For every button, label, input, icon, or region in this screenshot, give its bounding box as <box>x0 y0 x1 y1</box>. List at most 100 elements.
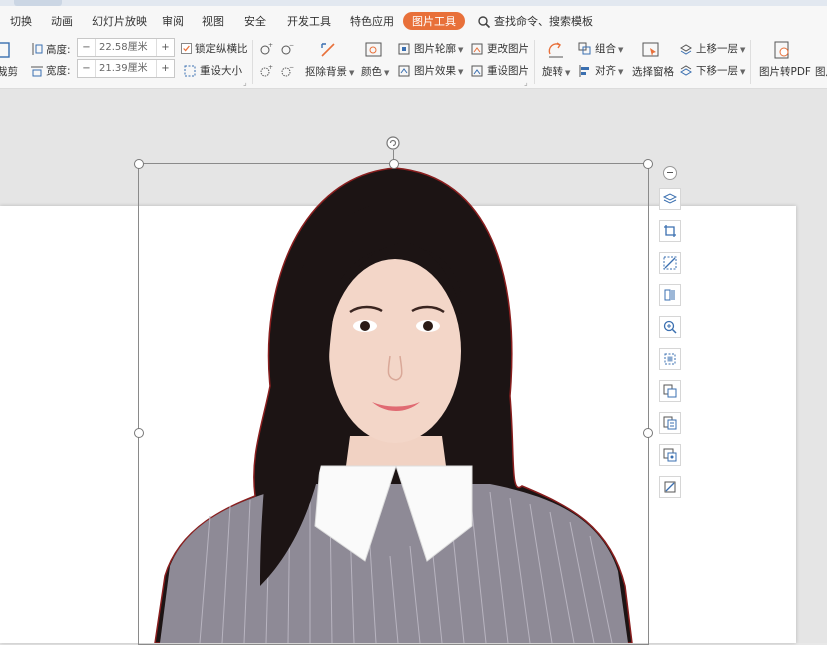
svg-text:+: + <box>268 64 273 71</box>
send-backward-label: 下移一层 <box>696 65 738 77</box>
tab-security[interactable]: 安全 <box>244 13 266 29</box>
outline-icon <box>397 42 411 56</box>
align-label: 对齐 <box>595 65 616 77</box>
height-decrease[interactable]: − <box>78 42 95 53</box>
more-picture-button[interactable]: 图片 <box>815 64 827 79</box>
dialog-launcher-icon[interactable]: ⌟ <box>243 78 247 87</box>
contrast-down-icon[interactable]: − <box>280 64 294 78</box>
search-icon <box>477 15 491 29</box>
tab-special[interactable]: 特色应用 <box>350 13 394 29</box>
tab-review[interactable]: 审阅 <box>162 13 184 29</box>
crop-icon[interactable] <box>659 220 681 242</box>
lock-ratio-checkbox[interactable]: 锁定纵横比 <box>181 41 248 56</box>
command-search[interactable]: 查找命令、搜索模板 <box>477 13 593 29</box>
tab-transition[interactable]: 切换 <box>10 13 32 29</box>
align-icon <box>578 64 592 78</box>
convert-icon[interactable] <box>659 380 681 402</box>
bring-forward-label: 上移一层 <box>696 43 738 55</box>
svg-text:−: − <box>289 64 294 71</box>
tab-animation[interactable]: 动画 <box>51 13 73 29</box>
group-button[interactable]: 组合 ▼ <box>578 41 623 56</box>
rotate-label: 旋转 <box>542 66 563 78</box>
separator <box>252 40 253 84</box>
svg-text:+: + <box>268 42 273 49</box>
zoom-icon[interactable] <box>659 316 681 338</box>
reset-picture-label: 重设图片 <box>487 65 529 77</box>
picture-to-pdf-button[interactable]: 图片转PDF <box>759 64 811 79</box>
height-icon <box>30 42 44 56</box>
height-label: 高度: <box>46 44 71 56</box>
color-button[interactable]: 颜色 ▼ <box>361 64 389 79</box>
reset-size-button[interactable]: 重设大小 <box>183 63 242 78</box>
group-icon <box>578 42 592 56</box>
width-field[interactable]: 21.39厘米 <box>95 60 157 77</box>
crop-button[interactable]: 裁剪 <box>0 64 18 79</box>
export-icon[interactable] <box>659 444 681 466</box>
remove-background-label: 抠除背景 <box>305 66 347 78</box>
tab-view[interactable]: 视图 <box>202 13 224 29</box>
format-icon[interactable] <box>659 476 681 498</box>
brightness-up-icon[interactable]: + <box>259 42 273 56</box>
fit-icon[interactable] <box>659 348 681 370</box>
remove-background-button[interactable]: 抠除背景 ▼ <box>305 64 354 79</box>
height-field[interactable]: 22.58厘米 <box>95 39 157 56</box>
tab-slideshow[interactable]: 幻灯片放映 <box>92 13 147 29</box>
tab-developer[interactable]: 开发工具 <box>287 13 331 29</box>
align-button[interactable]: 对齐 ▼ <box>578 63 623 78</box>
lock-ratio-label: 锁定纵横比 <box>195 43 248 55</box>
reset-picture-button[interactable]: 重设图片 <box>470 63 529 78</box>
picture-toolbar: 裁剪 高度: − 22.58厘米 + 宽度: − 21.39厘米 + 锁定纵横比… <box>0 34 827 89</box>
copy-text-icon[interactable] <box>659 412 681 434</box>
tab-picture-tools[interactable]: 图片工具 <box>403 12 465 30</box>
send-backward-button[interactable]: 下移一层 ▼ <box>679 63 745 78</box>
width-decrease[interactable]: − <box>78 63 95 74</box>
height-increase[interactable]: + <box>157 42 174 53</box>
change-picture-button[interactable]: 更改图片 <box>470 41 529 56</box>
reset-size-label: 重设大小 <box>200 65 242 77</box>
remove-bg-icon[interactable] <box>659 252 681 274</box>
dialog-launcher-icon[interactable]: ⌟ <box>524 78 528 87</box>
contrast-up-icon[interactable]: + <box>259 64 273 78</box>
width-icon <box>30 64 44 78</box>
search-label: 查找命令、搜索模板 <box>494 15 593 28</box>
group-label: 组合 <box>595 43 616 55</box>
resize-handle-top-left[interactable] <box>134 159 144 169</box>
selection-pane-button[interactable]: 选择窗格 <box>632 64 674 79</box>
replace-icon[interactable] <box>659 284 681 306</box>
bring-forward-button[interactable]: 上移一层 ▼ <box>679 41 745 56</box>
svg-text:−: − <box>289 42 294 49</box>
remove-background-icon[interactable] <box>318 40 338 60</box>
rotate-button[interactable]: 旋转 ▼ <box>542 64 570 79</box>
crop-icon[interactable] <box>0 40 12 60</box>
bring-forward-icon <box>679 42 693 56</box>
change-picture-label: 更改图片 <box>487 43 529 55</box>
resize-handle-top[interactable] <box>389 159 399 169</box>
picture-effect-button[interactable]: 图片效果 ▼ <box>397 63 463 78</box>
layers-icon[interactable] <box>659 188 681 210</box>
effect-icon <box>397 64 411 78</box>
collapse-toolbar-icon[interactable] <box>663 166 677 180</box>
rotate-icon[interactable] <box>546 40 566 60</box>
selection-frame <box>138 163 649 645</box>
change-picture-icon <box>470 42 484 56</box>
ribbon-tabs: 切换 动画 幻灯片放映 审阅 视图 安全 开发工具 特色应用 图片工具 查找命令… <box>0 6 827 34</box>
width-increase[interactable]: + <box>157 63 174 74</box>
picture-to-pdf-icon[interactable] <box>772 40 792 60</box>
resize-handle-right[interactable] <box>643 428 653 438</box>
send-backward-icon <box>679 64 693 78</box>
width-spinner[interactable]: − 21.39厘米 + <box>77 59 175 78</box>
selection-pane-icon[interactable] <box>641 40 661 60</box>
rotate-handle-icon[interactable] <box>386 136 400 150</box>
width-label: 宽度: <box>46 65 71 77</box>
checkbox-icon <box>181 42 192 54</box>
picture-outline-button[interactable]: 图片轮廓 ▼ <box>397 41 463 56</box>
reset-picture-icon <box>470 64 484 78</box>
picture-outline-label: 图片轮廓 <box>414 43 456 55</box>
color-icon[interactable] <box>364 40 384 60</box>
resize-handle-left[interactable] <box>134 428 144 438</box>
brightness-down-icon[interactable]: − <box>280 42 294 56</box>
height-spinner[interactable]: − 22.58厘米 + <box>77 38 175 57</box>
separator <box>534 40 535 84</box>
separator <box>750 40 751 84</box>
resize-handle-top-right[interactable] <box>643 159 653 169</box>
